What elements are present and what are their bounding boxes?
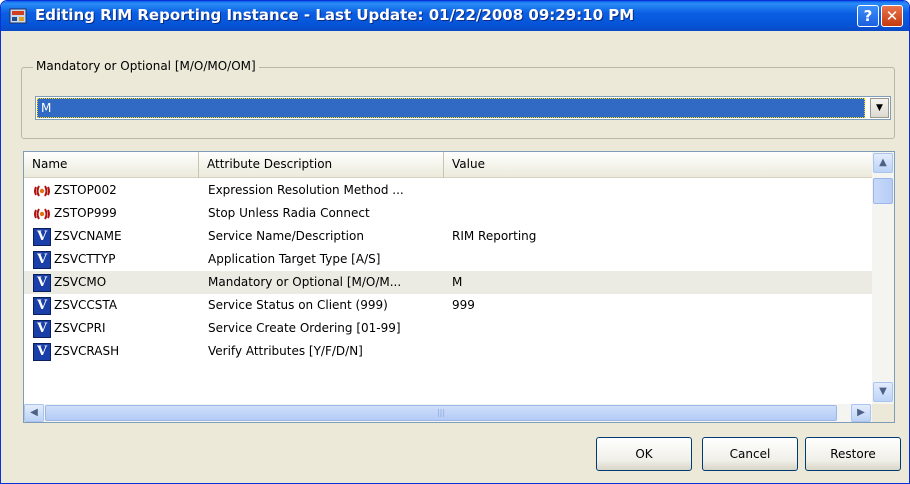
list-row[interactable]: V ZSVCNAME Service Name/Description RIM Rep… [24,225,872,248]
close-button[interactable]: ✕ [881,5,903,27]
column-header-description[interactable]: Attribute Description [199,152,444,178]
column-header-value[interactable]: Value [444,152,872,178]
variable-icon: V [33,274,51,292]
row-description: Service Status on Client (999) [208,298,388,312]
list-row[interactable]: V ZSVCPRI Service Create Ordering [01-99] [24,317,872,340]
row-description: Service Name/Description [208,229,364,243]
row-description: Mandatory or Optional [M/O/M... [208,275,402,289]
row-value: RIM Reporting [452,229,537,243]
list-row[interactable]: V ZSVCRASH Verify Attributes [Y/F/D/N] [24,340,872,363]
list-row[interactable]: V ZSVCTTYP Application Target Type [A/S] [24,248,872,271]
list-body: ZSTOP002 Expression Resolution Method ...… [24,179,872,363]
method-icon [34,185,50,197]
variable-icon: V [33,343,51,361]
scroll-down-button[interactable]: ▼ [873,382,893,402]
row-name: ZSVCNAME [54,229,122,243]
list-row[interactable]: V ZSVCMO Mandatory or Optional [M/O/M... M [24,271,872,294]
row-value: 999 [452,298,475,312]
app-icon [9,8,27,24]
group-label: Mandatory or Optional [M/O/MO/OM] [33,59,259,73]
help-button[interactable]: ? [857,5,879,27]
row-description: Stop Unless Radia Connect [208,206,370,220]
list-header: Name Attribute Description Value [24,152,872,178]
row-description: Verify Attributes [Y/F/D/N] [208,344,363,358]
variable-icon: V [33,297,51,315]
scrollbar-corner [872,404,894,422]
row-name: ZSTOP002 [54,183,117,197]
row-description: Application Target Type [A/S] [208,252,381,266]
mandatory-optional-dropdown[interactable]: M ▼ [35,96,891,120]
restore-button[interactable]: Restore [805,437,901,471]
dropdown-selected-value[interactable]: M [37,98,865,118]
variable-icon: V [33,320,51,338]
row-name: ZSVCRASH [54,344,120,358]
ok-button[interactable]: OK [596,437,692,471]
scroll-left-button[interactable]: ◀ [24,404,44,422]
variable-icon: V [33,228,51,246]
method-icon [34,208,50,220]
scroll-right-button[interactable]: ▶ [851,404,871,422]
horizontal-scrollbar[interactable]: ◀ ||| ▶ [24,404,872,422]
row-name: ZSVCCSTA [54,298,118,312]
row-name: ZSVCTTYP [54,252,116,266]
scroll-up-button[interactable]: ▲ [873,153,893,173]
row-name: ZSTOP999 [54,206,117,220]
vertical-scroll-thumb[interactable] [873,178,893,204]
row-value: M [452,275,463,289]
list-row[interactable]: ZSTOP999 Stop Unless Radia Connect [24,202,872,225]
attribute-list[interactable]: Name Attribute Description Value ZSTOP00… [23,151,895,423]
dialog-window: Editing RIM Reporting Instance - Last Up… [0,0,910,484]
row-name: ZSVCMO [54,275,107,289]
column-header-name[interactable]: Name [24,152,199,178]
window-title: Editing RIM Reporting Instance - Last Up… [35,6,635,24]
title-bar[interactable]: Editing RIM Reporting Instance - Last Up… [1,1,909,31]
cancel-button[interactable]: Cancel [702,437,798,471]
variable-icon: V [33,251,51,269]
list-row[interactable]: ZSTOP002 Expression Resolution Method ... [24,179,872,202]
list-row[interactable]: V ZSVCCSTA Service Status on Client (999) 9… [24,294,872,317]
row-name: ZSVCPRI [54,321,106,335]
dropdown-arrow-button[interactable]: ▼ [870,98,889,118]
horizontal-scroll-thumb[interactable]: ||| [45,405,837,421]
row-description: Expression Resolution Method ... [208,183,404,197]
row-description: Service Create Ordering [01-99] [208,321,401,335]
vertical-scrollbar[interactable]: ▲ ▼ [872,152,894,404]
